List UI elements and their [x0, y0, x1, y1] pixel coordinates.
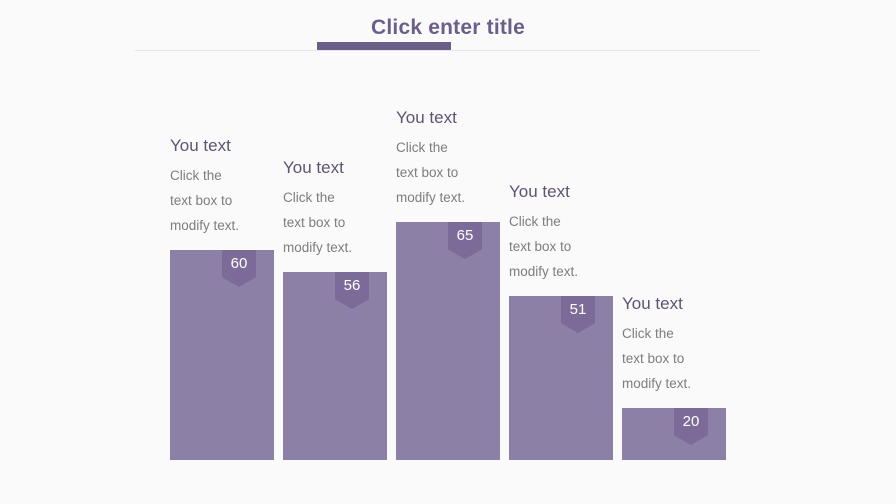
column-body-text[interactable]: Click the text box to modify text. [509, 209, 627, 284]
bar[interactable]: 65 [396, 222, 500, 460]
column-body-text[interactable]: Click the text box to modify text. [622, 321, 740, 396]
column-text-block: You text Click the text box to modify te… [622, 293, 740, 408]
bar[interactable]: 20 [622, 408, 726, 460]
bar-value-badge: 60 [222, 250, 256, 287]
column-body-text[interactable]: Click the text box to modify text. [396, 135, 514, 210]
column-text-block: You text Click the text box to modify te… [170, 135, 288, 250]
column-text-block: You text Click the text box to modify te… [396, 107, 514, 222]
column-heading[interactable]: You text [396, 107, 514, 129]
chart-column: You text Click the text box to modify te… [396, 108, 500, 460]
bar[interactable]: 56 [283, 272, 387, 460]
chart-column: You text Click the text box to modify te… [622, 294, 726, 460]
bar-value-badge: 51 [561, 296, 595, 333]
column-heading[interactable]: You text [170, 135, 288, 157]
chart-column: You text Click the text box to modify te… [283, 158, 387, 460]
column-text-block: You text Click the text box to modify te… [283, 157, 401, 272]
chart-column: You text Click the text box to modify te… [509, 182, 613, 460]
bar-value-badge: 56 [335, 272, 369, 309]
column-body-text[interactable]: Click the text box to modify text. [283, 185, 401, 260]
bar-value-badge: 20 [674, 408, 708, 445]
column-heading[interactable]: You text [622, 293, 740, 315]
bar[interactable]: 60 [170, 250, 274, 460]
column-body-text[interactable]: Click the text box to modify text. [170, 163, 288, 238]
bar-chart: You text Click the text box to modify te… [0, 0, 896, 504]
column-text-block: You text Click the text box to modify te… [509, 181, 627, 296]
chart-column: You text Click the text box to modify te… [170, 136, 274, 460]
bar[interactable]: 51 [509, 296, 613, 460]
column-heading[interactable]: You text [509, 181, 627, 203]
bar-value-badge: 65 [448, 222, 482, 259]
column-heading[interactable]: You text [283, 157, 401, 179]
